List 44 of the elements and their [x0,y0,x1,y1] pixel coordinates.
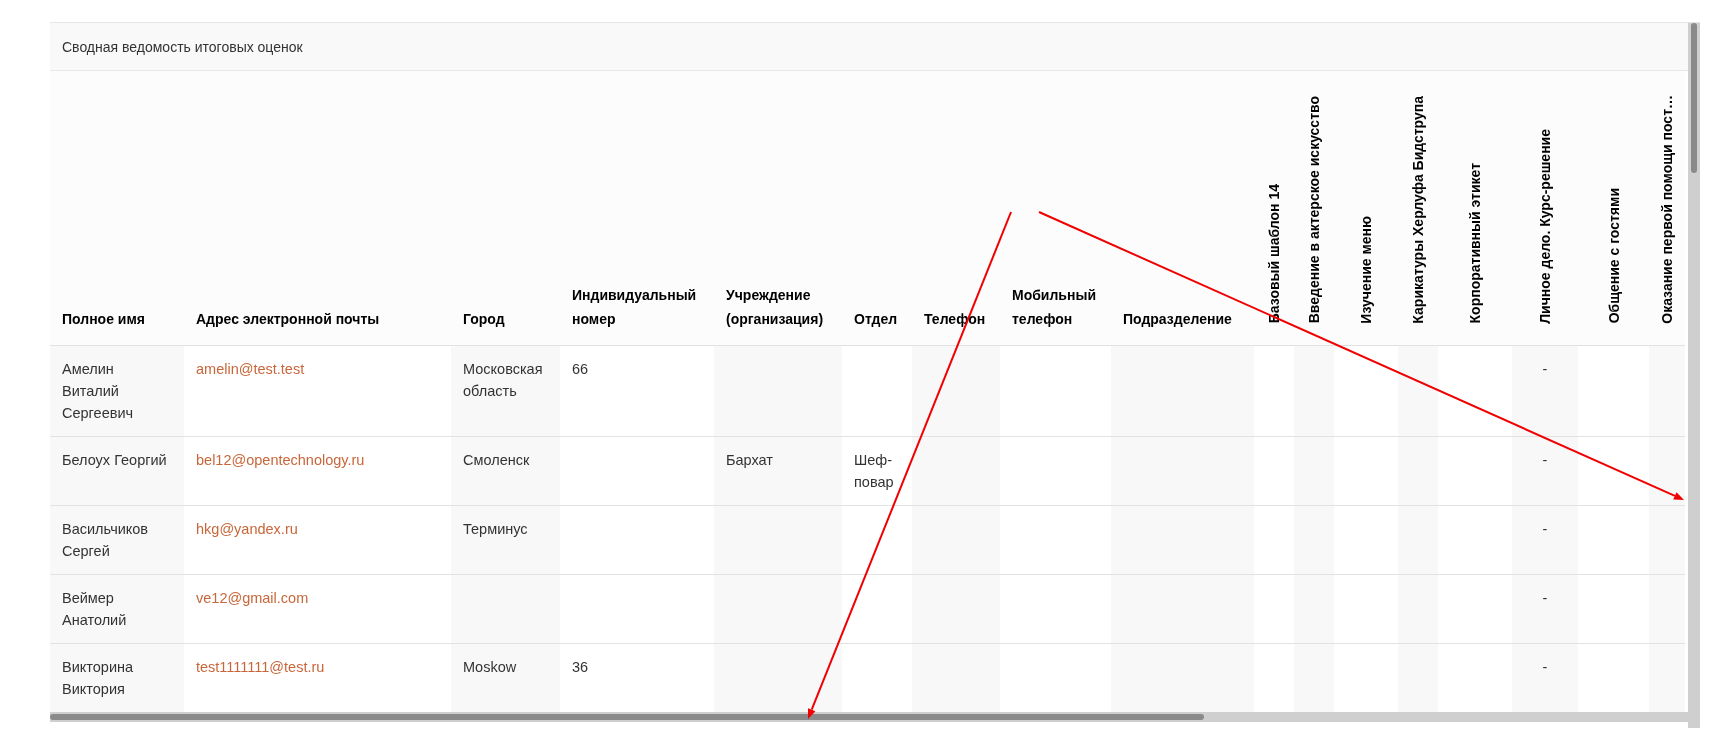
table-cell-text: Московская область [463,359,544,401]
report-title: Сводная ведомость итоговых оценок [62,38,303,55]
table-cell-text: Терминус [463,519,529,539]
column-header[interactable]: Мобильный телефон [1012,282,1101,331]
horizontal-scrollbar[interactable] [50,711,1688,722]
table-cell-text: Васильчиков Сергей [62,519,150,561]
table-cell-text: Шеф-повар [854,450,895,492]
table-cell-text: 66 [572,359,590,379]
grade-cell-text: - [1541,588,1549,608]
column-header[interactable]: Город [463,306,550,331]
table-cell-text: Moskow [463,657,518,677]
table-cell-text: Бархат [726,450,774,470]
column-header[interactable]: Личное дело. Курс-решение [1537,128,1553,324]
email-link[interactable]: hkg@yandex.ru [196,517,441,540]
column-header[interactable]: Подразделение [1123,306,1244,331]
column-header[interactable]: Общение с гостями [1605,188,1622,324]
table-cell-text: Амелин Виталий Сергеевич [62,359,135,423]
scrollbar-thumb[interactable] [1691,23,1697,173]
table-cell-text: Смоленск [463,450,531,470]
email-link[interactable]: ve12@gmail.com [196,586,441,609]
table-cell-text: Викторина Виктория [62,657,135,699]
grade-cell-text: - [1541,450,1549,470]
vertical-scrollbar[interactable] [1688,23,1700,728]
scrollbar-thumb[interactable] [50,713,1204,720]
column-header[interactable]: Корпоративный этикет [1467,163,1483,324]
table-cell-text: 36 [572,657,590,677]
column-header[interactable]: Базовый шаблон 14 [1266,184,1282,324]
grade-cell-text: - [1541,519,1549,539]
email-link[interactable]: bel12@opentechnology.ru [196,448,441,471]
column-header[interactable]: Карикатуры Херлуфа Бидструпа [1410,95,1426,324]
column-header[interactable]: Учреждение (организация) [726,282,832,331]
grade-cell-text: - [1541,359,1549,379]
grade-cell-text: - [1541,657,1549,677]
table-cell-text: Веймер Анатолий [62,588,128,630]
table-cell-text: Белоух Георгий [62,450,168,470]
email-link[interactable]: amelin@test.test [196,357,441,380]
column-header[interactable]: Адрес электронной почты [196,306,441,331]
column-header[interactable]: Полное имя [62,306,174,331]
column-header[interactable]: Изучение меню [1358,215,1374,324]
email-link[interactable]: test1111111@test.ru [196,655,441,678]
column-header[interactable]: Отдел [854,306,902,331]
column-header[interactable]: Индивидуальный номер [572,282,704,331]
column-header[interactable]: Введение в актерское искусство [1306,96,1322,324]
column-header[interactable]: Оказание первой помощи пост… [1659,94,1675,324]
